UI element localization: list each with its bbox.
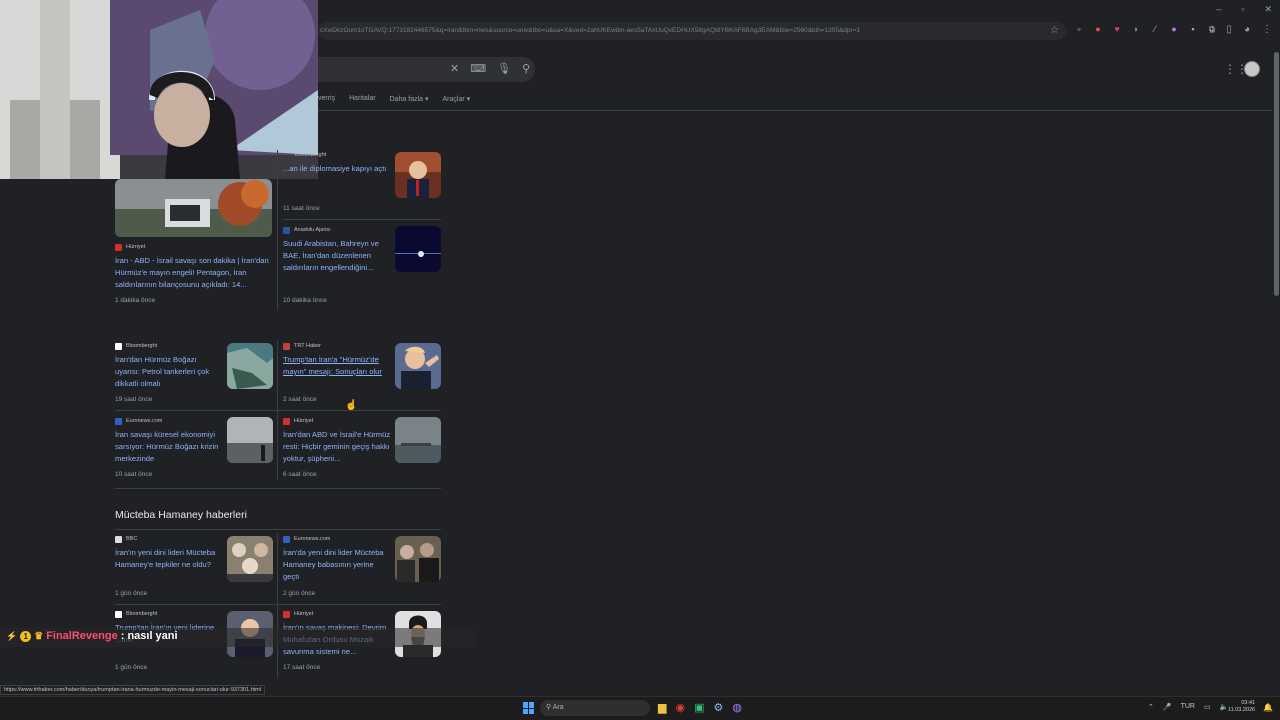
extension-icon[interactable]: ▫ xyxy=(1074,24,1084,34)
news-time: 1 dakika önce xyxy=(115,297,156,304)
news-card-featured[interactable]: Hürriyet İran - ABD - İsrail savaşı son … xyxy=(115,179,275,291)
profile-icon[interactable]: ◕ xyxy=(1244,24,1250,35)
extension-icon[interactable]: ♥ xyxy=(1112,24,1122,34)
extension-icon[interactable]: ▪ xyxy=(1188,24,1198,34)
extension-icon[interactable]: ● xyxy=(1093,24,1103,34)
news-time: 10 dakika önce xyxy=(283,297,327,304)
search-actions: ✕ ⌨ 🎙 ⚲ xyxy=(450,62,530,75)
webcam-overlay xyxy=(0,0,318,179)
system-tray: ⌃ 🎤 TUR ▭ 🔈 xyxy=(1148,703,1228,711)
folder-icon[interactable]: ▆ xyxy=(658,701,666,714)
news-time: 6 saat önce xyxy=(283,471,317,478)
news-thumbnail xyxy=(115,179,272,237)
card-divider xyxy=(283,219,441,220)
window-controls: – ▫ ✕ xyxy=(1216,4,1272,15)
news-thumbnail xyxy=(227,536,273,582)
section-title: Mücteba Hamaney haberleri xyxy=(115,509,247,521)
news-title[interactable]: ...an ile diplomasiye kapıyı açtı xyxy=(283,163,391,175)
search-icon[interactable]: ⚲ xyxy=(522,62,530,75)
close-window-button[interactable]: ✕ xyxy=(1264,4,1272,15)
sub-badge: 1 xyxy=(20,630,32,642)
hand-cursor-icon: ☝ xyxy=(345,400,358,411)
crown-icon: ♛ xyxy=(34,630,44,642)
keyboard-icon[interactable]: ⌨ xyxy=(470,62,486,75)
section-divider xyxy=(115,529,441,530)
windows-start-icon[interactable] xyxy=(523,702,535,714)
news-source: Hürriyet xyxy=(115,243,275,251)
taskbar-apps: ▆ ◉ ▣ ⚙ ◍ xyxy=(658,701,742,714)
chat-text: : nasıl yani xyxy=(120,630,178,642)
close-icon[interactable]: ✕ xyxy=(450,62,459,75)
maximize-button[interactable]: ▫ xyxy=(1241,4,1244,15)
news-title[interactable]: Suudi Arabistan, Bahreyn ve BAE, İran'da… xyxy=(283,238,391,274)
sidebar-icon[interactable]: ▯ xyxy=(1226,24,1232,35)
language-indicator[interactable]: TUR xyxy=(1181,703,1195,711)
news-thumbnail xyxy=(227,343,273,389)
news-time: 17 saat önce xyxy=(283,664,321,671)
steam-icon[interactable]: ⚙ xyxy=(713,701,723,714)
microphone-icon[interactable]: 🎙 xyxy=(497,62,511,75)
news-time: 11 saat önce xyxy=(283,205,320,212)
news-title[interactable]: İran'da yeni dini lider Mücteba Hamaney … xyxy=(283,547,391,583)
scrollbar-thumb[interactable] xyxy=(1274,52,1279,296)
tab-shopping[interactable]: verriş xyxy=(318,95,335,103)
news-time: 10 saat önce xyxy=(115,471,153,478)
news-thumbnail xyxy=(395,536,441,582)
chat-message: ⚡ 1 ♛ FinalRevenge : nasıl yani xyxy=(6,630,178,642)
news-time: 1 gün önce xyxy=(115,664,148,671)
news-thumbnail xyxy=(227,417,273,463)
app-icon[interactable]: ▣ xyxy=(694,701,704,714)
badge-icon: ⚡ xyxy=(6,630,18,641)
card-divider xyxy=(115,410,441,411)
news-time: 2 gün önce xyxy=(283,590,316,597)
news-time: 19 saat önce xyxy=(115,396,153,403)
clock[interactable]: 03:41 11.03.2026 xyxy=(1228,700,1255,714)
news-time: 1 gün önce xyxy=(115,590,148,597)
download-icon[interactable]: ⤓ xyxy=(1210,24,1214,35)
tab-tools[interactable]: Araçlar ▾ xyxy=(443,95,471,103)
extensions-bar: ▫ ● ♥ ◗ ⁄ ● ▪ ⧉ xyxy=(1074,24,1217,34)
section-divider xyxy=(115,488,441,489)
news-thumbnail xyxy=(395,152,441,198)
status-url: https://www.trthaber.com/haber/dunya/tru… xyxy=(0,685,266,695)
tab-maps[interactable]: Haritalar xyxy=(349,95,375,103)
avatar[interactable] xyxy=(1244,61,1260,77)
extension-icon[interactable]: ◗ xyxy=(1131,24,1141,34)
news-thumbnail xyxy=(395,343,441,389)
news-title[interactable]: İran savaşı küresel ekonomiyi sarsıyor: … xyxy=(115,429,223,465)
card-divider xyxy=(277,150,278,310)
browser-tools: ⤓ ▯ ◕ ⋮ xyxy=(1210,24,1272,35)
news-thumbnail xyxy=(395,226,441,272)
mic-icon[interactable]: 🎤 xyxy=(1163,703,1172,711)
card-divider xyxy=(115,604,441,605)
news-title[interactable]: İran'ın yeni dini lideri Mücteba Hamaney… xyxy=(115,547,223,571)
news-time: 2 saat önce xyxy=(283,396,317,403)
bookmark-star-icon[interactable]: ☆ xyxy=(1050,25,1059,36)
network-icon[interactable]: ▭ xyxy=(1204,703,1211,711)
card-divider xyxy=(277,533,278,678)
news-title[interactable]: İran - ABD - İsrail savaşı son dakika | … xyxy=(115,255,273,291)
news-title[interactable]: Trump'tan İran'a "Hürmüz'de mayın" mesaj… xyxy=(283,354,391,378)
address-bar[interactable]: cXwDkzOum1sTGAVQ:1773182446575&q=iran&tb… xyxy=(318,22,1066,40)
chevron-up-icon[interactable]: ⌃ xyxy=(1148,703,1154,711)
discord-icon[interactable]: ◍ xyxy=(732,701,742,714)
chrome-icon[interactable]: ◉ xyxy=(675,701,685,714)
menu-icon[interactable]: ⋮ xyxy=(1262,24,1272,35)
news-thumbnail xyxy=(395,417,441,463)
news-title[interactable]: İran'dan ABD ve İsrail'e Hürmüz resti: H… xyxy=(283,429,391,465)
notification-icon[interactable]: 🔔 xyxy=(1263,703,1273,712)
news-title[interactable]: İran'dan Hürmüz Boğazı uyarısı: Petrol t… xyxy=(115,354,223,390)
search-tabs: verriş Haritalar Daha fazla ▾ Araçlar ▾ xyxy=(318,95,470,103)
minimize-button[interactable]: – xyxy=(1216,4,1221,15)
taskbar-search[interactable]: ⚲ Ara xyxy=(540,700,650,716)
tab-more[interactable]: Daha fazla ▾ xyxy=(390,95,429,103)
extension-icon[interactable]: ● xyxy=(1169,24,1179,34)
extension-icon[interactable]: ⁄ xyxy=(1150,24,1160,34)
chat-username: FinalRevenge xyxy=(46,630,118,642)
